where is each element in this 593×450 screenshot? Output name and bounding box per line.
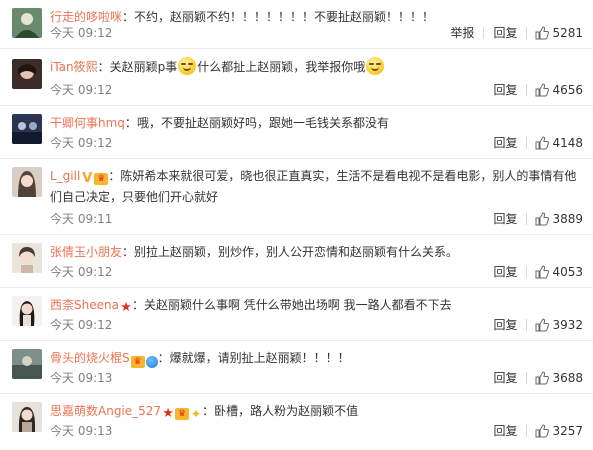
comment-item: iTan筱熙：关赵丽颖p事 什么都扯上赵丽颖，我举报你哦 今天 09:12 回复 … [0, 49, 593, 106]
comment-item: 骨头的烧火棍S ♛ ：爆就爆，请别扯上赵丽颖！！！！ 今天 09:13 回复 368… [0, 341, 593, 394]
like-count: 5281 [552, 26, 583, 40]
user-badges: ★ ♛ ✦ [162, 407, 202, 420]
comment-timestamp: 今天 09:13 [50, 424, 113, 438]
like-button[interactable]: 4656 [527, 81, 583, 99]
comment-text: 关赵丽颖什么事啊 凭什么带她出场啊 我一路人都看不下去 [143, 298, 452, 312]
vip-badge-icon[interactable]: ♛ [175, 408, 190, 420]
thumbs-up-icon [535, 424, 550, 438]
comment-item: 思嘉萌数Angie_527 ★ ♛ ✦ ：卧槽，路人粉为赵丽颖不值 今天 09:13 回… [0, 394, 593, 446]
reply-button[interactable]: 回复 [484, 81, 526, 99]
comment-text: 哦，不要扯赵丽颖好吗，跟她一毛钱关系都没有 [136, 116, 389, 130]
comment-item: 西柰Sheena ★ ：关赵丽颖什么事啊 凭什么带她出场啊 我一路人都看不下去 今天… [0, 288, 593, 341]
vip-badge-icon[interactable]: ♛ [130, 356, 145, 368]
avatar[interactable] [12, 243, 42, 273]
smile-emoji-icon [366, 57, 385, 75]
avatar[interactable] [12, 349, 42, 379]
comment-item: 干卿何事hmq：哦，不要扯赵丽颖好吗，跟她一毛钱关系都没有 今天 09:12 回… [0, 106, 593, 159]
like-button[interactable]: 3257 [527, 422, 583, 440]
like-button[interactable]: 3932 [527, 316, 583, 334]
avatar[interactable] [12, 167, 42, 197]
balloon-badge-icon[interactable] [145, 356, 158, 368]
comment-username[interactable]: L_gill [50, 169, 80, 183]
comment-timestamp: 今天 09:12 [50, 26, 113, 40]
like-button[interactable]: 3688 [527, 369, 583, 387]
avatar[interactable] [12, 59, 42, 89]
comment-timestamp: 今天 09:11 [50, 212, 113, 226]
like-count: 4656 [552, 83, 583, 97]
like-button[interactable]: 4053 [527, 263, 583, 281]
comment-text: 不约，赵丽颖不约！！！！！！！不要扯赵丽颖！！！！ [134, 10, 435, 24]
star-badge-icon[interactable]: ★ [120, 301, 132, 314]
thumbs-up-icon [535, 318, 550, 332]
comment-text: 卧槽，路人粉为赵丽颖不值 [214, 404, 359, 418]
like-count: 3889 [552, 212, 583, 226]
comment-list: 行走的哆啦咪：不约，赵丽颖不约！！！！！！！不要扯赵丽颖！！！！ 今天 09:1… [0, 0, 593, 450]
comment-text: 陈妍希本来就很可爱，晓也很正直真实，生活不是看电视不是看电影，别人的事情有他们自… [50, 169, 577, 204]
like-button[interactable]: 4148 [527, 134, 583, 152]
avatar[interactable] [12, 402, 42, 432]
reply-button[interactable]: 回复 [484, 263, 526, 281]
thumbs-up-icon [535, 26, 550, 40]
avatar[interactable] [12, 8, 42, 38]
star-badge-icon[interactable]: ★ [162, 407, 174, 420]
comment-username[interactable]: 骨头的烧火棍S [50, 351, 130, 365]
reply-button[interactable]: 回复 [484, 210, 526, 228]
comment-timestamp: 今天 09:13 [50, 371, 113, 385]
report-button[interactable]: 举报 [441, 24, 483, 42]
thumbs-up-icon [535, 136, 550, 150]
like-count: 3257 [552, 424, 583, 438]
comment-item: 张倩玉小朋友：别拉上赵丽颖，别炒作，别人公开恋情和赵丽颖有什么关系。 今天 09… [0, 235, 593, 288]
like-count: 3932 [552, 318, 583, 332]
like-count: 4148 [552, 136, 583, 150]
thumbs-up-icon [535, 83, 550, 97]
like-count: 3688 [552, 371, 583, 385]
user-badges: ♛ [130, 356, 158, 368]
thumbs-up-icon [535, 371, 550, 385]
user-badges: ★ [120, 301, 132, 314]
reply-button[interactable]: 回复 [484, 134, 526, 152]
smile-emoji-icon [178, 57, 197, 75]
user-badges: V ♛ [81, 172, 109, 185]
like-button[interactable]: 3889 [527, 210, 583, 228]
thumbs-up-icon [535, 212, 550, 226]
comment-timestamp: 今天 09:12 [50, 136, 113, 150]
avatar[interactable] [12, 114, 42, 144]
comment-username[interactable]: 张倩玉小朋友 [50, 245, 122, 259]
like-count: 4053 [552, 265, 583, 279]
verified-v-icon[interactable]: V [81, 172, 93, 185]
comment-username[interactable]: 行走的哆啦咪 [50, 10, 122, 24]
comment-timestamp: 今天 09:12 [50, 265, 113, 279]
comment-text: 关赵丽颖p事 [109, 60, 178, 74]
comment-username[interactable]: 干卿何事hmq [50, 116, 125, 130]
comment-item: 行走的哆啦咪：不约，赵丽颖不约！！！！！！！不要扯赵丽颖！！！！ 今天 09:1… [0, 0, 593, 49]
runner-badge-icon[interactable]: ✦ [190, 408, 202, 420]
comment-text: 什么都扯上赵丽颖，我举报你哦 [197, 60, 366, 74]
like-button[interactable]: 5281 [527, 24, 583, 42]
comment-timestamp: 今天 09:12 [50, 318, 113, 332]
reply-button[interactable]: 回复 [484, 422, 526, 440]
reply-button[interactable]: 回复 [484, 369, 526, 387]
comment-item: L_gill V ♛ ：陈妍希本来就很可爱，晓也很正直真实，生活不是看电视不是看电影，… [0, 159, 593, 235]
reply-button[interactable]: 回复 [484, 316, 526, 334]
comment-username[interactable]: iTan筱熙 [50, 60, 98, 74]
avatar[interactable] [12, 296, 42, 326]
comment-timestamp: 今天 09:12 [50, 83, 113, 97]
comment-text: 爆就爆，请别扯上赵丽颖！！！！ [169, 351, 350, 365]
comment-username[interactable]: 思嘉萌数Angie_527 [50, 404, 161, 418]
thumbs-up-icon [535, 265, 550, 279]
comment-username[interactable]: 西柰Sheena [50, 298, 119, 312]
comment-text: 别拉上赵丽颖，别炒作，别人公开恋情和赵丽颖有什么关系。 [134, 245, 459, 259]
reply-button[interactable]: 回复 [484, 24, 526, 42]
vip-badge-icon[interactable]: ♛ [94, 173, 109, 185]
